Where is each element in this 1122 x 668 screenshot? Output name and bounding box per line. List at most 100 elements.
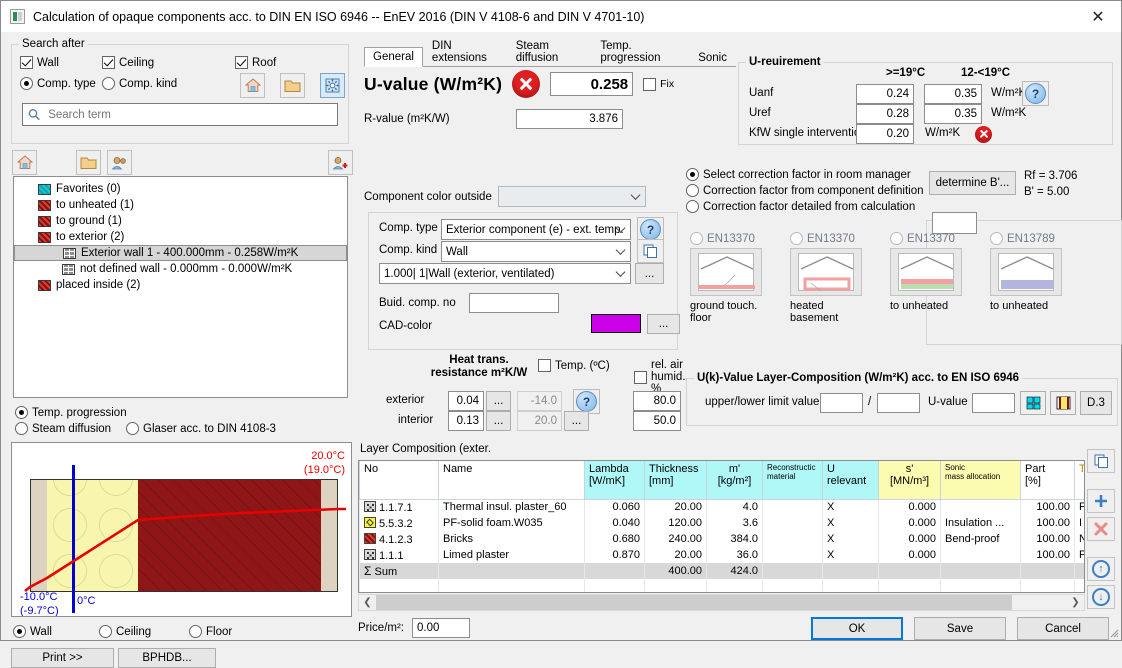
copy-component-button[interactable] <box>637 239 664 263</box>
cancel-button[interactable]: Cancel <box>1017 617 1109 640</box>
col-type[interactable]: T <box>1074 461 1084 500</box>
buid-comp-no-field[interactable] <box>469 293 559 313</box>
uanf-value-2[interactable]: 0.35 <box>924 84 982 104</box>
list-item[interactable]: not defined wall - 0.000mm - 0.000W/m²K <box>14 261 347 277</box>
radio-correction-component-def[interactable]: Correction factor from component definit… <box>686 184 924 197</box>
exterior-resistance-browse[interactable]: ... <box>486 391 511 411</box>
humid-checkbox[interactable]: rel. air humid. % <box>634 359 686 395</box>
list-item[interactable]: to ground (1) <box>14 213 347 229</box>
price-field[interactable]: 0.00 <box>412 618 470 638</box>
print-button[interactable]: Print >> <box>11 648 114 668</box>
interior-humid-field[interactable]: 50.0 <box>633 411 681 431</box>
table-row[interactable]: 5.5.3.2 PF-solid foam.W035 0.040 120.00 … <box>359 515 1084 531</box>
radio-correction-room-manager[interactable]: Select correction factor in room manager <box>686 168 911 181</box>
cad-color-browse-button[interactable]: ... <box>647 314 680 334</box>
component-tree[interactable]: Favorites (0) to unheated (1) to ground … <box>13 176 348 398</box>
table-row[interactable]: 1.1.7.1 Thermal insul. plaster_60 0.060 … <box>359 499 1084 515</box>
radio-comp-kind[interactable]: Comp. kind <box>102 77 177 90</box>
add-layer-button[interactable] <box>1087 489 1115 513</box>
uvalue-field[interactable]: 0.258 <box>550 72 634 96</box>
exterior-humid-field[interactable]: 80.0 <box>633 391 681 411</box>
col-reconstruct[interactable]: Reconstructic material <box>762 461 823 500</box>
thumb-to-unheated-13370[interactable]: EN13370 to unheated <box>890 232 962 324</box>
uref-value-2[interactable]: 0.35 <box>924 104 982 124</box>
delete-layer-button[interactable] <box>1087 517 1115 541</box>
thumb-ground-touch-floor[interactable]: EN13370 ground touch. floor <box>690 232 762 324</box>
move-layer-up-button[interactable]: ↑ <box>1087 557 1115 581</box>
add-user-button[interactable] <box>328 150 353 175</box>
settings-filter-button[interactable] <box>320 73 345 98</box>
tab-sonic[interactable]: Sonic <box>689 48 736 67</box>
uk-limit-lower-field[interactable] <box>877 393 920 413</box>
layer-composition-table[interactable]: No Name Lambda [W/mK] Thickness [mm] m' [kg… <box>358 460 1085 593</box>
component-detail-select[interactable]: 1.000| 1|Wall (exterior, ventilated) <box>379 263 631 284</box>
tab-general[interactable]: General <box>364 47 423 67</box>
component-detail-browse-button[interactable]: ... <box>635 263 664 284</box>
col-lambda[interactable]: Lambda [W/mK] <box>584 461 645 500</box>
list-item[interactable]: to exterior (2) <box>14 229 347 245</box>
uk-uvalue-field[interactable] <box>972 393 1015 413</box>
tab-din-extensions[interactable]: DIN extensions <box>423 36 507 67</box>
list-item[interactable]: placed inside (2) <box>14 277 347 293</box>
bphdb-button[interactable]: BPHDB... <box>118 648 216 668</box>
tab-temp-progression[interactable]: Temp. progression <box>591 36 689 67</box>
uref-value-1[interactable]: 0.28 <box>856 104 914 124</box>
col-sonic[interactable]: Sonic mass allocation <box>940 461 1021 500</box>
uanf-value-1[interactable]: 0.24 <box>856 84 914 104</box>
col-name[interactable]: Name <box>438 461 585 500</box>
component-color-select[interactable] <box>498 186 646 207</box>
list-item[interactable]: to unheated (1) <box>14 197 347 213</box>
ok-button[interactable]: OK <box>811 617 903 640</box>
uk-limit-upper-field[interactable] <box>820 393 863 413</box>
home-button[interactable] <box>12 150 37 175</box>
matrix-view-button[interactable] <box>1020 391 1046 415</box>
radio-glaser[interactable]: Glaser acc. to DIN 4108-3 <box>126 422 276 435</box>
checkbox-roof[interactable]: Roof <box>235 56 276 69</box>
scroll-left-arrow[interactable]: ❮ <box>359 597 376 608</box>
save-button[interactable]: Save <box>914 617 1006 640</box>
folder-filter-button[interactable] <box>280 73 305 98</box>
radio-ceiling[interactable]: Ceiling <box>99 625 151 638</box>
interior-temp-browse[interactable]: ... <box>564 411 589 431</box>
determine-b-button[interactable]: determine B'... <box>929 171 1016 195</box>
scroll-thumb[interactable] <box>376 595 1012 610</box>
table-horizontal-scrollbar[interactable]: ❮ ❯ <box>358 594 1085 611</box>
col-part[interactable]: Part [%] <box>1020 461 1075 500</box>
copy-layer-button[interactable] <box>1087 449 1115 473</box>
search-input[interactable] <box>46 107 332 122</box>
radio-floor[interactable]: Floor <box>189 625 232 638</box>
radio-temp-progression[interactable]: Temp. progression <box>15 406 127 419</box>
thumb-to-unheated-13789[interactable]: EN13789 to unheated <box>990 232 1062 324</box>
scroll-right-arrow[interactable]: ❯ <box>1067 597 1084 608</box>
move-layer-down-button[interactable]: ↓ <box>1087 585 1115 609</box>
radio-steam-diffusion[interactable]: Steam diffusion <box>15 422 111 435</box>
correction-extra-field[interactable] <box>932 212 977 234</box>
cad-color-swatch[interactable] <box>591 314 641 333</box>
interior-resistance-browse[interactable]: ... <box>486 411 511 431</box>
col-s[interactable]: s' [MN/m³] <box>878 461 941 500</box>
close-button[interactable]: ✕ <box>1075 1 1121 32</box>
user-group-button[interactable] <box>107 150 132 175</box>
search-input-wrapper[interactable] <box>22 103 338 126</box>
comp-kind-select[interactable]: Wall <box>441 241 631 262</box>
radio-wall[interactable]: Wall <box>13 625 52 638</box>
radio-correction-detailed[interactable]: Correction factor detailed from calculat… <box>686 200 915 213</box>
radio-comp-type[interactable]: Comp. type <box>20 77 96 90</box>
thumb-heated-basement[interactable]: EN13370 heated basement <box>790 232 862 324</box>
folder-button[interactable] <box>76 150 101 175</box>
temp-checkbox[interactable]: Temp. (ºC) <box>538 359 610 372</box>
table-row[interactable]: 1.1.1 Limed plaster 0.870 20.00 36.0 X 0… <box>359 547 1084 563</box>
scroll-track[interactable] <box>376 595 1067 610</box>
kfw-value-field[interactable]: 0.20 <box>856 124 992 144</box>
d3-button[interactable]: D.3 <box>1080 391 1112 415</box>
list-item[interactable]: Favorites (0) <box>14 181 347 197</box>
fix-checkbox[interactable]: Fix <box>643 77 674 91</box>
comp-type-select[interactable]: Exterior component (e) - ext. temp. <box>441 219 631 240</box>
col-no[interactable]: No <box>359 461 439 500</box>
col-thickness[interactable]: Thickness [mm] <box>644 461 707 500</box>
list-item-selected[interactable]: Exterior wall 1 - 400.000mm - 0.258W/m²K <box>14 245 347 261</box>
resize-grip[interactable] <box>1107 626 1119 638</box>
exterior-resistance-field[interactable]: 0.04 <box>448 391 484 411</box>
layer-view-button[interactable] <box>1050 391 1076 415</box>
checkbox-wall[interactable]: Wall <box>20 56 59 69</box>
